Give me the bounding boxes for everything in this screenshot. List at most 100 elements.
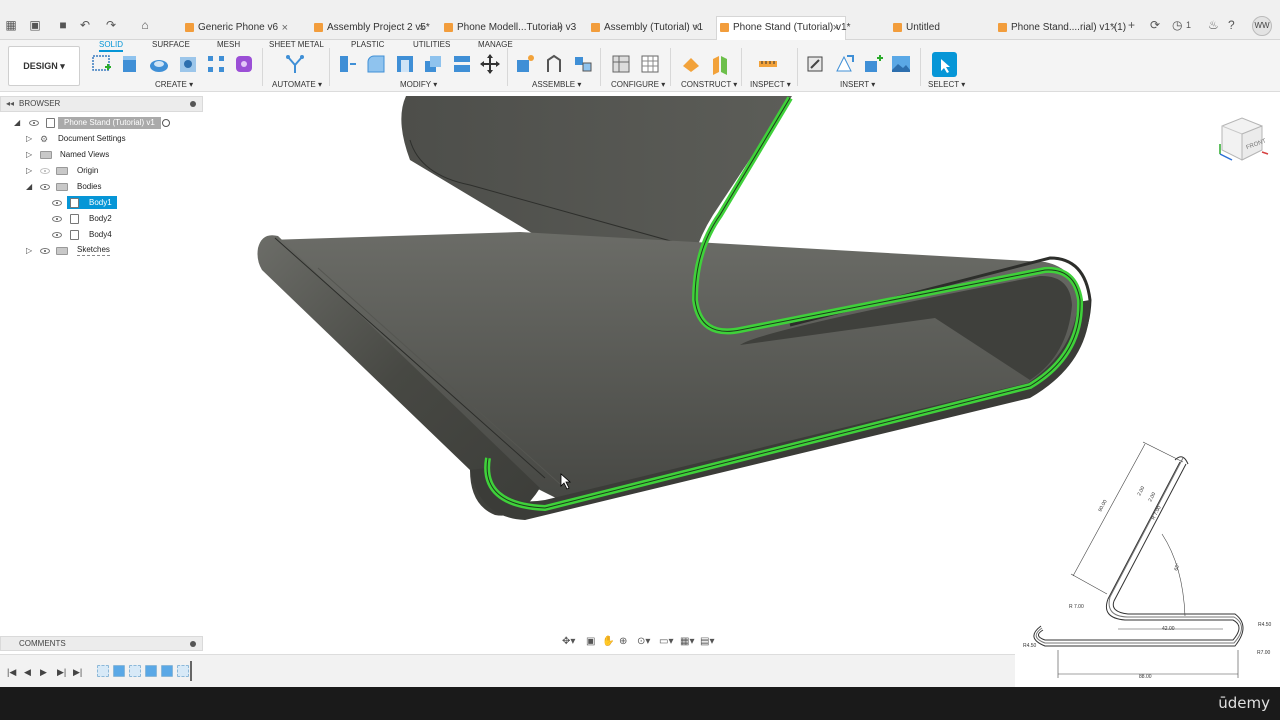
bell-icon[interactable]: ♨ xyxy=(1208,18,1219,32)
tree-root[interactable]: ◢ Phone Stand (Tutorial) v1 xyxy=(0,116,200,130)
eye-icon[interactable] xyxy=(52,232,62,238)
tree-item-named-views[interactable]: ▷ Named Views xyxy=(0,148,200,162)
eye-icon[interactable] xyxy=(52,200,62,206)
tab-mesh[interactable]: MESH xyxy=(217,40,240,50)
active-radio-icon[interactable] xyxy=(162,119,170,127)
app-grid-icon[interactable]: ▦ xyxy=(4,18,18,32)
midplane-icon[interactable] xyxy=(709,53,731,75)
timeline-sketch[interactable] xyxy=(97,665,109,677)
display-settings-icon[interactable]: ▭▾ xyxy=(659,636,673,647)
group-configure[interactable]: CONFIGURE ▾ xyxy=(611,80,665,89)
timeline-fillet[interactable] xyxy=(161,665,173,677)
timeline-sketch[interactable] xyxy=(177,665,189,677)
redo-icon[interactable]: ↷ xyxy=(104,18,118,32)
tab-sheet-metal[interactable]: SHEET METAL xyxy=(269,40,324,50)
extrude-icon[interactable] xyxy=(119,53,141,75)
pattern-icon[interactable] xyxy=(205,53,227,75)
eye-icon[interactable] xyxy=(29,120,39,126)
doc-tab-2[interactable]: Phone Modell...Tutorial) v3 × xyxy=(441,17,576,39)
expand-triangle-icon[interactable]: ▷ xyxy=(26,164,32,178)
browser-header[interactable]: ◂◂ BROWSER xyxy=(0,96,203,112)
group-automate[interactable]: AUTOMATE ▾ xyxy=(272,80,322,89)
group-modify[interactable]: MODIFY ▾ xyxy=(400,80,437,89)
as-built-joint-icon[interactable] xyxy=(572,53,594,75)
go-to-start-icon[interactable]: |◀ xyxy=(7,667,16,678)
collapse-icon[interactable]: ◂◂ xyxy=(6,97,14,111)
tab-utilities[interactable]: UTILITIES xyxy=(413,40,450,50)
viewcube[interactable]: FRONT xyxy=(1212,114,1270,166)
tab-surface[interactable]: SURFACE xyxy=(152,40,190,50)
comments-panel[interactable]: COMMENTS xyxy=(0,636,203,651)
doc-tab-3[interactable]: Assembly (Tutorial) v1 × xyxy=(588,17,706,39)
expand-triangle-icon[interactable]: ▷ xyxy=(26,148,32,162)
group-inspect[interactable]: INSPECT ▾ xyxy=(750,80,791,89)
user-avatar[interactable]: WW xyxy=(1252,16,1272,36)
move-icon[interactable] xyxy=(479,53,501,75)
eye-icon[interactable] xyxy=(40,248,50,254)
create-form-icon[interactable] xyxy=(233,53,255,75)
split-body-icon[interactable] xyxy=(451,53,473,75)
tree-item-origin[interactable]: ▷ Origin xyxy=(0,164,200,178)
refresh-icon[interactable]: ⟳ xyxy=(1150,18,1160,32)
doc-tab-6[interactable]: Phone Stand....rial) v1*(1) × xyxy=(995,17,1126,39)
add-comment-icon[interactable] xyxy=(190,641,196,647)
grid-settings-icon[interactable]: ▦▾ xyxy=(680,636,694,647)
zoom-icon[interactable]: ⊕ xyxy=(619,636,627,647)
timeline-extrude[interactable] xyxy=(113,665,125,677)
look-at-icon[interactable]: ▣ xyxy=(586,636,595,647)
new-tab-plus-icon[interactable]: + xyxy=(1128,18,1135,32)
viewports-icon[interactable]: ▤▾ xyxy=(700,636,714,647)
configure-icon[interactable] xyxy=(610,53,632,75)
help-icon[interactable]: ? xyxy=(1228,18,1235,32)
automate-icon[interactable] xyxy=(284,53,306,75)
insert-svg-icon[interactable] xyxy=(862,53,884,75)
new-component-icon[interactable] xyxy=(514,53,536,75)
file-icon[interactable]: ▣ xyxy=(28,18,42,32)
undo-icon[interactable]: ↶ xyxy=(78,18,92,32)
close-icon[interactable]: × xyxy=(833,17,839,39)
eye-hidden-icon[interactable] xyxy=(40,168,50,174)
home-icon[interactable]: ⌂ xyxy=(138,18,152,32)
orbit-icon[interactable]: ✥▾ xyxy=(562,636,575,647)
timeline-marker[interactable] xyxy=(190,661,192,681)
joint-icon[interactable] xyxy=(543,53,565,75)
offset-plane-icon[interactable] xyxy=(680,53,702,75)
save-icon[interactable]: ■ xyxy=(56,18,70,32)
close-icon[interactable]: × xyxy=(419,17,425,39)
timeline-sketch[interactable] xyxy=(129,665,141,677)
close-icon[interactable]: × xyxy=(557,17,563,39)
tab-solid[interactable]: SOLID xyxy=(99,40,124,52)
create-sketch-icon[interactable] xyxy=(91,53,113,75)
group-select[interactable]: SELECT ▾ xyxy=(928,80,965,89)
tree-item-body1[interactable]: Body1 xyxy=(0,196,200,210)
group-insert[interactable]: INSERT ▾ xyxy=(840,80,875,89)
group-assemble[interactable]: ASSEMBLE ▾ xyxy=(532,80,581,89)
pan-hand-icon[interactable]: ✋ xyxy=(602,636,614,647)
play-icon[interactable]: ▶ xyxy=(40,667,47,678)
tree-item-bodies[interactable]: ◢ Bodies xyxy=(0,180,200,194)
insert-derive-icon[interactable] xyxy=(804,53,826,75)
measure-icon[interactable] xyxy=(757,53,779,75)
tree-item-body2[interactable]: Body2 xyxy=(0,212,200,226)
combine-icon[interactable] xyxy=(422,53,444,75)
close-icon[interactable]: × xyxy=(282,17,288,39)
close-icon[interactable]: × xyxy=(1111,17,1117,39)
doc-tab-1[interactable]: Assembly Project 2 v5* × xyxy=(311,17,431,39)
go-to-end-icon[interactable]: ▶| xyxy=(73,667,82,678)
select-icon[interactable] xyxy=(932,52,957,77)
zoom-window-icon[interactable]: ⊙▾ xyxy=(637,636,650,647)
pin-icon[interactable] xyxy=(190,101,196,107)
insert-mesh-icon[interactable] xyxy=(833,53,855,75)
eye-icon[interactable] xyxy=(40,184,50,190)
close-icon[interactable]: × xyxy=(694,17,700,39)
expand-triangle-icon[interactable]: ▷ xyxy=(26,244,32,258)
expand-triangle-icon[interactable]: ▷ xyxy=(26,132,32,146)
workspace-switcher[interactable]: DESIGN ▾ xyxy=(8,46,80,86)
decal-icon[interactable] xyxy=(890,53,912,75)
step-back-icon[interactable]: ◀ xyxy=(24,667,31,678)
collapse-triangle-icon[interactable]: ◢ xyxy=(26,180,32,194)
timeline-extrude[interactable] xyxy=(145,665,157,677)
group-construct[interactable]: CONSTRUCT ▾ xyxy=(681,80,737,89)
shell-icon[interactable] xyxy=(394,53,416,75)
tree-item-sketches[interactable]: ▷ Sketches xyxy=(0,244,200,258)
